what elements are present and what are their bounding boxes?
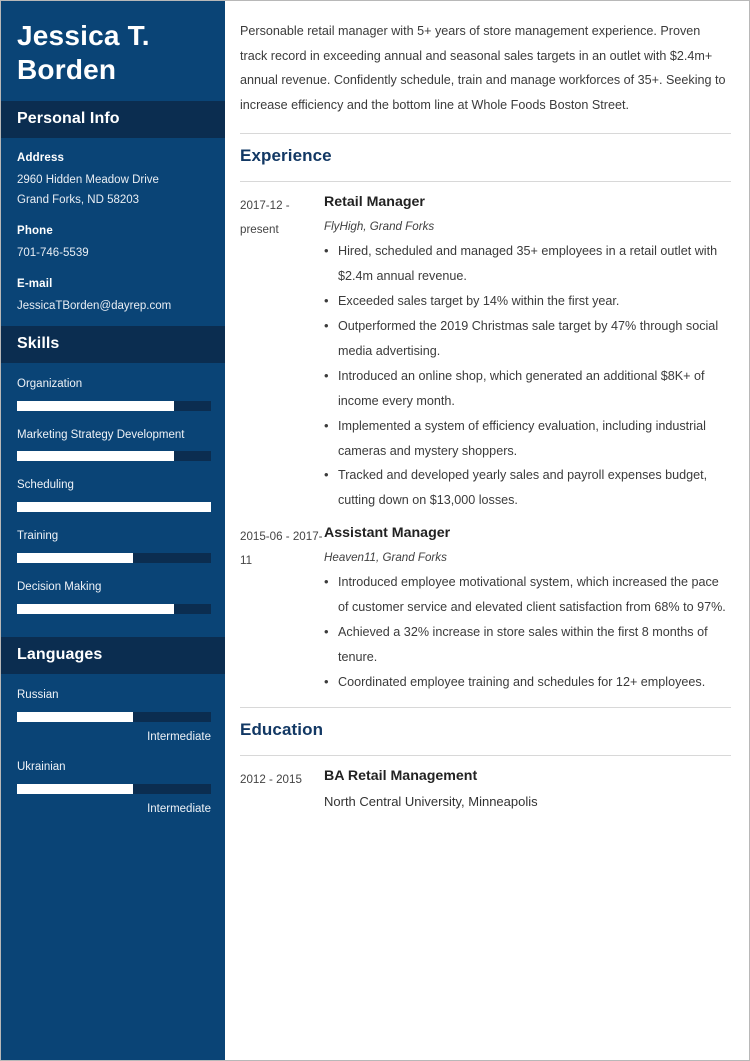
skill-bar-track [17,400,211,411]
language-item: Russian Intermediate [17,688,211,744]
contact-group-email: E-mail JessicaTBorden@dayrep.com [17,278,209,316]
skill-bar-fill [17,553,134,564]
contact-value-phone[interactable]: 701-746-5539 [17,245,209,263]
entry-bullet: Implemented a system of efficiency evalu… [324,413,731,464]
skill-item: Organization [17,377,211,411]
candidate-name: Jessica T. Borden [1,1,225,101]
entry-bullet: Achieved a 32% increase in store sales w… [324,619,731,670]
school-name: North Central University, Minneapolis [324,793,538,809]
language-item: Ukrainian Intermediate [17,760,211,816]
skill-item: Training [17,529,211,564]
degree-title: BA Retail Management [324,767,478,784]
language-bar-track [17,712,211,723]
skill-bar-track [17,502,211,513]
skill-label: Training [17,530,59,543]
skill-bar-fill [17,451,175,462]
entry-dates: 2015-06 - 2017-11 [240,530,323,568]
contact-value-address-line2: Grand Forks, ND 58203 [17,194,140,207]
entry-job-title: Retail Manager [324,194,425,211]
section-title-experience: Experience [240,146,332,166]
section-heading-languages: Languages [1,637,225,675]
contact-group-address: Address 2960 Hidden Meadow Drive Grand F… [17,152,209,210]
language-label: Ukrainian [17,761,66,774]
name-line-last: Borden [17,54,117,86]
contact-value-address-line1: 2960 Hidden Meadow Drive [17,174,159,187]
entry-body: BA Retail Management North Central Unive… [324,766,731,812]
entry-company: Heaven11, Grand Forks [324,550,447,564]
skill-item: Marketing Strategy Development [17,428,211,462]
skill-label: Marketing Strategy Development [17,428,185,441]
contact-value-email[interactable]: JessicaTBorden@dayrep.com [17,298,209,316]
contact-group-phone: Phone 701-746-5539 [17,225,209,263]
section-heading-personal-info: Personal Info [1,101,225,139]
entry-bullet: Outperformed the 2019 Christmas sale tar… [324,313,731,364]
skill-item: Decision Making [17,580,211,615]
entry-bullet: Coordinated employee training and schedu… [324,669,731,695]
entry-bullet-list: Introduced employee motivational system,… [324,569,731,695]
resume-page: Jessica T. Borden Personal Info Address … [0,0,750,1061]
skill-bar-track [17,604,211,615]
skill-bar-track [17,451,211,462]
sidebar: Jessica T. Borden Personal Info Address … [1,1,225,1060]
entry-dates: 2017-12 - present [240,199,290,236]
language-bar-fill [17,784,134,795]
contact-label-address: Address [17,152,65,165]
language-bar-fill [17,712,134,723]
entry-body: Retail Manager FlyHigh, Grand Forks Hire… [324,192,731,513]
language-level-label: Intermediate [147,803,211,816]
skills-body: Organization Marketing Strategy Developm… [1,363,225,638]
language-level-label: Intermediate [147,731,211,744]
contact-label-phone: Phone [17,224,53,237]
skill-bar-fill [17,400,175,411]
entry-bullet-list: Hired, scheduled and managed 35+ employe… [324,238,731,513]
entry-bullet: Introduced employee motivational system,… [324,569,731,620]
section-title-education: Education [240,719,324,739]
skill-label: Scheduling [17,479,74,492]
skill-item: Scheduling [17,478,211,513]
languages-body: Russian Intermediate Ukrainian Intermedi… [1,674,225,838]
skill-bar-fill [17,502,211,513]
entry-bullet: Hired, scheduled and managed 35+ employe… [324,238,731,289]
skill-bar-fill [17,604,175,615]
entry-company: FlyHigh, Grand Forks [324,219,435,233]
education-entry: 2012 - 2015 BA Retail Management North C… [240,756,731,812]
personal-info-body: Address 2960 Hidden Meadow Drive Grand F… [1,138,225,325]
experience-entry: 2017-12 - present Retail Manager FlyHigh… [240,182,731,513]
entry-job-title: Assistant Manager [324,525,451,542]
entry-bullet: Exceeded sales target by 14% within the … [324,288,731,314]
skill-bar-track [17,553,211,564]
section-heading-skills: Skills [1,325,225,363]
entry-dates: 2012 - 2015 [240,772,302,786]
name-line-first: Jessica T. [17,20,150,51]
contact-label-email: E-mail [17,277,53,290]
entry-bullet: Introduced an online shop, which generat… [324,363,731,414]
experience-entry: 2015-06 - 2017-11 Assistant Manager Heav… [240,513,731,695]
entry-bullet: Tracked and developed yearly sales and p… [324,462,731,513]
language-bar-track [17,784,211,795]
skill-label: Organization [17,377,83,390]
main-content: Personable retail manager with 5+ years … [225,1,749,1060]
language-label: Russian [17,689,59,702]
summary-paragraph: Personable retail manager with 5+ years … [240,24,726,112]
entry-body: Assistant Manager Heaven11, Grand Forks … [324,523,731,695]
skill-label: Decision Making [17,581,102,594]
